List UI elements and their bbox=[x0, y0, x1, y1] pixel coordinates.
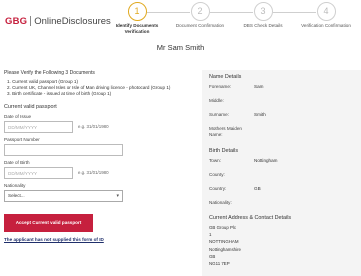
step-2-circle: 2 bbox=[190, 2, 210, 21]
section-title: Current valid passport bbox=[4, 103, 57, 110]
documents-list: 1. Current valid passport (Group 1) 2. C… bbox=[7, 79, 194, 98]
detail-row: County: bbox=[209, 172, 354, 178]
step-3-circle: 3 bbox=[253, 2, 273, 21]
name-details-heading: Name Details bbox=[209, 74, 242, 80]
nationality-label: Nationality bbox=[4, 182, 26, 188]
detail-key: Country: bbox=[209, 186, 227, 191]
detail-row: Forename: Sam bbox=[209, 84, 354, 90]
date-of-issue-example: e.g. 31/01/1980 bbox=[78, 124, 109, 130]
step-1-label: Identify Documents Verification bbox=[115, 23, 159, 34]
accept-passport-button[interactable]: Accept Current valid passport bbox=[4, 213, 93, 232]
detail-row: Surname: Smith bbox=[209, 112, 354, 118]
documents-intro: Please Verify the Following 3 Documents bbox=[4, 70, 95, 76]
brand-separator bbox=[30, 16, 32, 26]
applicant-details-panel: Name Details Forename: Sam Middle: Surna… bbox=[202, 70, 361, 276]
page-title: Mr Sam Smith bbox=[156, 43, 205, 52]
step-4-circle: 4 bbox=[316, 2, 336, 21]
address-line: GB bbox=[209, 253, 216, 259]
detail-value: Sam bbox=[254, 84, 264, 89]
chevron-down-icon: ▾ bbox=[116, 192, 119, 199]
detail-key: County: bbox=[209, 172, 225, 177]
address-line: 1 bbox=[209, 232, 212, 238]
step-1-circle: 1 bbox=[127, 2, 147, 21]
detail-row: Town: Nottingham bbox=[209, 158, 354, 164]
detail-row: Country: GB bbox=[209, 186, 354, 192]
detail-key: Forename: bbox=[209, 84, 232, 89]
detail-value: Smith bbox=[254, 112, 266, 117]
step-4: 4 Verification Confirmation bbox=[294, 2, 358, 29]
date-of-issue-input[interactable]: DD/MM/YYYY bbox=[4, 120, 73, 133]
detail-key: Mothers Maiden Name: bbox=[209, 126, 242, 137]
date-of-birth-label: Date of Birth bbox=[4, 159, 30, 165]
passport-number-label: Passport Number bbox=[4, 136, 40, 142]
nationality-selected: Select... bbox=[8, 193, 25, 199]
detail-key: Town: bbox=[209, 158, 221, 163]
nationality-select[interactable]: Select... ▾ bbox=[4, 189, 123, 202]
detail-value: GB bbox=[254, 186, 261, 191]
date-of-birth-example: e.g. 31/01/1980 bbox=[78, 170, 109, 176]
step-3: 3 DBS Check Details bbox=[231, 2, 295, 29]
brand-name: OnlineDisclosures bbox=[34, 15, 111, 27]
progress-stepper: 1 Identify Documents Verification 2 Docu… bbox=[105, 2, 361, 36]
step-4-label: Verification Confirmation bbox=[301, 23, 351, 28]
detail-key: Middle: bbox=[209, 98, 224, 103]
detail-row: Middle: bbox=[209, 98, 354, 104]
step-2: 2 Document Confirmation bbox=[168, 2, 232, 29]
detail-value: Nottingham bbox=[254, 158, 278, 163]
detail-row: Mothers Maiden Name: bbox=[209, 126, 289, 138]
detail-row: Nationality: bbox=[209, 200, 354, 206]
brand-gbg: GBG bbox=[5, 15, 28, 27]
date-of-birth-input[interactable]: DD/MM/YYYY bbox=[4, 166, 73, 179]
detail-key: Surname: bbox=[209, 112, 229, 117]
passport-number-input[interactable] bbox=[4, 143, 123, 156]
brand-logo: GBG OnlineDisclosures bbox=[5, 15, 111, 27]
step-2-label: Document Confirmation bbox=[175, 23, 225, 28]
step-1: 1 Identify Documents Verification bbox=[105, 2, 169, 35]
address-line: Nottinghamshire bbox=[209, 246, 241, 252]
address-heading: Current Address & Contact Details bbox=[209, 215, 292, 221]
address-line: NG11 7EP bbox=[209, 261, 230, 267]
date-of-issue-label: Date of Issue bbox=[4, 113, 32, 119]
address-block: GB Group Plc 1 NOTTINGHAM Nottinghamshir… bbox=[209, 224, 354, 267]
not-supplied-link[interactable]: The applicant has not supplied this form… bbox=[4, 237, 194, 242]
address-line: GB Group Plc bbox=[209, 225, 237, 230]
document-form: Please Verify the Following 3 Documents … bbox=[4, 70, 194, 242]
document-item: 3. Birth certificate - issued at time of… bbox=[7, 91, 112, 97]
step-3-label: DBS Check Details bbox=[243, 23, 283, 28]
birth-details-heading: Birth Details bbox=[209, 148, 239, 154]
address-line: NOTTINGHAM bbox=[209, 239, 239, 245]
detail-key: Nationality: bbox=[209, 200, 232, 205]
